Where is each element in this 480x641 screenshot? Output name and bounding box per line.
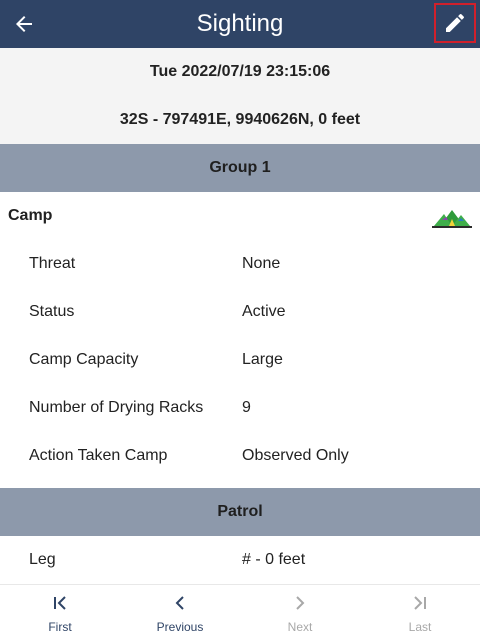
row-value: Observed Only [242, 447, 349, 464]
detail-row-action-taken: Action Taken Camp Observed Only [0, 432, 480, 480]
first-page-icon [54, 596, 66, 610]
row-label: Action Taken Camp [29, 447, 168, 464]
detail-row-threat: Threat None [0, 240, 480, 288]
row-value: None [242, 255, 281, 272]
patrol-header: Patrol [0, 488, 480, 536]
detail-row-status: Status Active [0, 288, 480, 336]
row-label: Threat [29, 255, 76, 272]
app-bar: Sighting [0, 0, 480, 48]
sighting-location: 32S - 797491E, 9940626N, 0 feet [0, 96, 480, 144]
tent-icon [432, 210, 472, 228]
category-name: Camp [8, 207, 53, 224]
detail-row-camp-capacity: Camp Capacity Large [0, 336, 480, 384]
pager-footer: First Previous Next Last [0, 584, 480, 641]
next-button[interactable]: Next [240, 585, 360, 641]
category-row: Camp [0, 192, 480, 240]
sighting-datetime: Tue 2022/07/19 23:15:06 [0, 48, 480, 96]
row-label: Leg [29, 551, 56, 568]
page-title: Sighting [196, 10, 284, 37]
last-label: Last [408, 620, 432, 634]
chevron-left-icon [175, 596, 184, 610]
previous-button[interactable]: Previous [120, 585, 240, 641]
row-value: # - 0 feet [242, 551, 306, 568]
row-label: Number of Drying Racks [29, 399, 204, 416]
row-value: Active [242, 303, 286, 320]
chevron-right-icon [296, 596, 305, 610]
previous-label: Previous [156, 620, 204, 634]
row-label: Status [29, 303, 75, 320]
detail-row-drying-racks: Number of Drying Racks 9 [0, 384, 480, 432]
row-label: Camp Capacity [29, 351, 139, 368]
last-button[interactable]: Last [360, 585, 480, 641]
row-value: Large [242, 351, 283, 368]
edit-button[interactable] [434, 3, 476, 43]
first-button[interactable]: First [0, 585, 120, 641]
row-value: 9 [242, 399, 251, 416]
next-label: Next [287, 620, 313, 634]
group-header: Group 1 [0, 144, 480, 192]
last-page-icon [414, 596, 426, 610]
detail-row-leg: Leg # - 0 feet [0, 536, 480, 584]
first-label: First [48, 620, 72, 634]
pencil-icon [446, 13, 464, 33]
